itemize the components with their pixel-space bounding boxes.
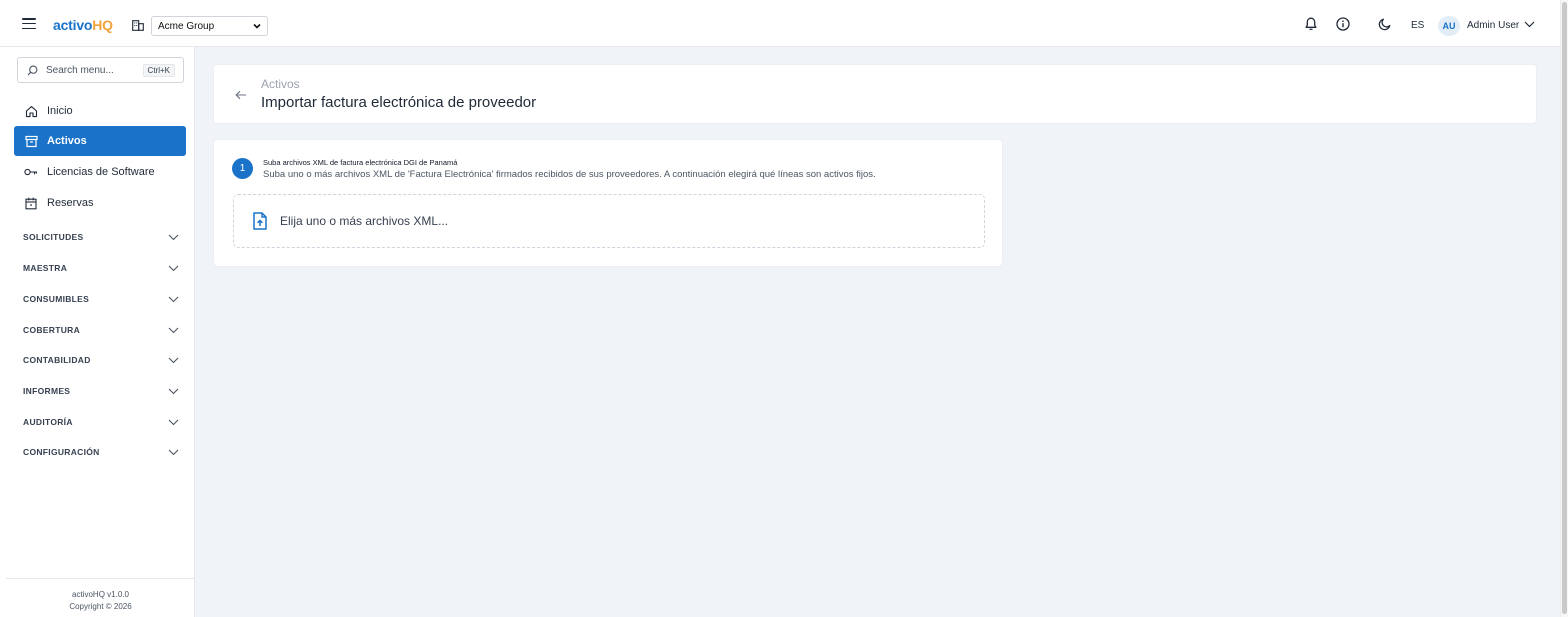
sidebar-item-inicio[interactable]: Inicio [14, 96, 186, 126]
info-icon[interactable] [1336, 17, 1350, 31]
home-icon [24, 104, 38, 118]
search-menu-input[interactable]: Search menu... Ctrl+K [17, 57, 184, 83]
section-label: COBERTURA [23, 325, 81, 335]
avatar[interactable]: AU [1438, 16, 1460, 36]
search-icon [27, 65, 38, 75]
chevron-down-icon [168, 449, 179, 455]
file-upload-icon [253, 212, 267, 230]
hamburger-menu-icon[interactable] [22, 18, 36, 30]
chevron-down-icon [168, 388, 179, 394]
sidebar-section-auditoria[interactable]: AUDITORÍA [23, 414, 179, 430]
organization-select-value: Acme Group [158, 20, 215, 32]
upload-step-card: 1 Suba archivos XML de factura electróni… [213, 139, 1003, 267]
sidebar-item-label: Reservas [47, 197, 94, 209]
section-label: INFORMES [23, 386, 71, 396]
sidebar-section-configuracion[interactable]: CONFIGURACIÓN [23, 444, 179, 460]
sidebar-section-cobertura[interactable]: COBERTURA [23, 322, 179, 338]
sidebar-item-label: Activos [47, 135, 87, 147]
section-label: CONSUMIBLES [23, 294, 90, 304]
back-arrow-icon[interactable] [235, 90, 247, 100]
bell-icon[interactable] [1304, 17, 1318, 31]
chevron-down-icon [168, 296, 179, 302]
chevron-down-icon [168, 327, 179, 333]
section-label: CONFIGURACIÓN [23, 447, 100, 457]
chevron-down-icon [168, 357, 179, 363]
breadcrumb[interactable]: Activos [261, 77, 300, 91]
organization-select[interactable]: Acme Group [151, 16, 268, 36]
sidebar-section-maestra[interactable]: MAESTRA [23, 260, 179, 276]
page-scrollbar[interactable] [1560, 0, 1568, 617]
top-bar: activoHQ Acme Group ES AU Admin User [0, 0, 1560, 47]
key-icon [24, 165, 38, 179]
page-title: Importar factura electrónica de proveedo… [261, 94, 537, 111]
logo-text-secondary: HQ [92, 17, 113, 33]
app-version: activoHQ v1.0.0 [72, 590, 129, 599]
building-icon [132, 20, 144, 31]
logo-text-primary: activo [53, 17, 93, 33]
sidebar-footer: activoHQ v1.0.0 Copyright © 2026 [6, 578, 195, 617]
sidebar-section-contabilidad[interactable]: CONTABILIDAD [23, 352, 179, 368]
step-number-badge: 1 [232, 158, 253, 179]
language-switcher[interactable]: ES [1411, 20, 1424, 31]
section-label: CONTABILIDAD [23, 355, 91, 365]
chevron-down-icon [253, 23, 261, 29]
step-title: Suba archivos XML de factura electrónica… [263, 158, 458, 167]
app-logo[interactable]: activoHQ [53, 17, 113, 33]
sidebar-section-solicitudes[interactable]: SOLICITUDES [23, 229, 179, 245]
chevron-down-icon [168, 265, 179, 271]
moon-icon[interactable] [1378, 17, 1392, 31]
sidebar-item-activos[interactable]: Activos [14, 126, 186, 156]
dropzone-label: Elija uno o más archivos XML... [280, 214, 449, 228]
copyright: Copyright © 2026 [69, 602, 132, 611]
sidebar-item-licencias[interactable]: Licencias de Software [14, 157, 186, 187]
archive-icon [24, 134, 38, 148]
sidebar-item-label: Licencias de Software [47, 166, 155, 178]
chevron-down-icon [168, 234, 179, 240]
sidebar-item-reservas[interactable]: Reservas [14, 188, 186, 218]
user-menu-name[interactable]: Admin User [1467, 20, 1519, 31]
sidebar: Search menu... Ctrl+K Inicio Activos Lic… [0, 47, 195, 617]
calendar-icon [24, 196, 38, 210]
section-label: SOLICITUDES [23, 232, 84, 242]
page-header: Activos Importar factura electrónica de … [213, 64, 1537, 124]
sidebar-item-label: Inicio [47, 105, 73, 117]
step-description: Suba uno o más archivos XML de 'Factura … [263, 169, 876, 180]
section-label: MAESTRA [23, 263, 68, 273]
section-label: AUDITORÍA [23, 417, 73, 427]
xml-file-dropzone[interactable]: Elija uno o más archivos XML... [233, 194, 985, 248]
chevron-down-icon[interactable] [1524, 21, 1535, 28]
search-shortcut-badge: Ctrl+K [142, 64, 175, 77]
chevron-down-icon [168, 419, 179, 425]
search-placeholder: Search menu... [46, 64, 114, 76]
scrollbar-thumb[interactable] [1562, 2, 1567, 614]
sidebar-section-informes[interactable]: INFORMES [23, 383, 179, 399]
sidebar-section-consumibles[interactable]: CONSUMIBLES [23, 291, 179, 307]
